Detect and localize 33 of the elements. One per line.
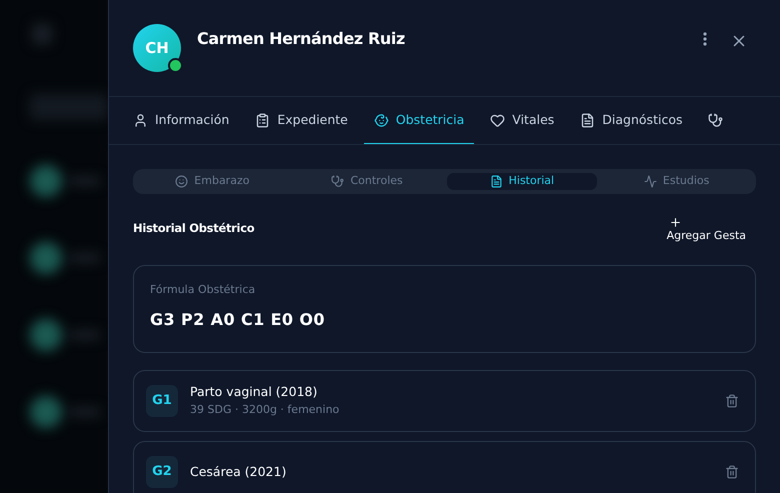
- clipboard-icon: [255, 112, 270, 128]
- trash-icon: [725, 394, 739, 408]
- face-icon: [374, 112, 389, 128]
- trash-icon: [725, 465, 739, 479]
- subtab[interactable]: Historial: [446, 173, 598, 190]
- tab[interactable]: Información: [123, 97, 240, 144]
- pregnancy-title: Cesárea (2021): [190, 462, 286, 481]
- tab[interactable]: Diagnósticos: [570, 97, 692, 144]
- gesta-badge: G2: [146, 456, 178, 488]
- heart-icon: [490, 112, 506, 128]
- avatar: CH: [133, 24, 181, 72]
- plus-icon: [668, 216, 682, 228]
- section-title: Historial Obstétrico: [133, 220, 254, 238]
- formula-value: G3 P2 A0 C1 E0 O0: [150, 309, 326, 331]
- person-icon: [133, 112, 148, 128]
- document-icon: [490, 174, 503, 188]
- smile-icon: [175, 174, 188, 188]
- tab[interactable]: Obstetricia: [364, 97, 474, 144]
- patient-name: Carmen Hernández Ruiz: [197, 28, 405, 50]
- tab[interactable]: Vitales: [480, 97, 564, 144]
- formula-label: Fórmula Obstétrica: [150, 282, 256, 298]
- delete-button[interactable]: [725, 465, 739, 479]
- delete-button[interactable]: [725, 394, 739, 408]
- document-icon: [580, 112, 596, 128]
- pregnancy-details: 39 SDG · 3200g · femenino: [190, 402, 340, 418]
- pregnancy-title: Parto vaginal (2018): [190, 383, 318, 402]
- vertical-dots-icon: [703, 32, 707, 46]
- tab[interactable]: Expediente: [245, 97, 358, 144]
- pulse-icon: [644, 174, 657, 188]
- stethoscope-icon: [708, 112, 724, 128]
- stethoscope-icon: [331, 174, 344, 188]
- gesta-badge: G1: [146, 385, 178, 417]
- add-pregnancy-button[interactable]: Agregar Gesta: [666, 216, 746, 242]
